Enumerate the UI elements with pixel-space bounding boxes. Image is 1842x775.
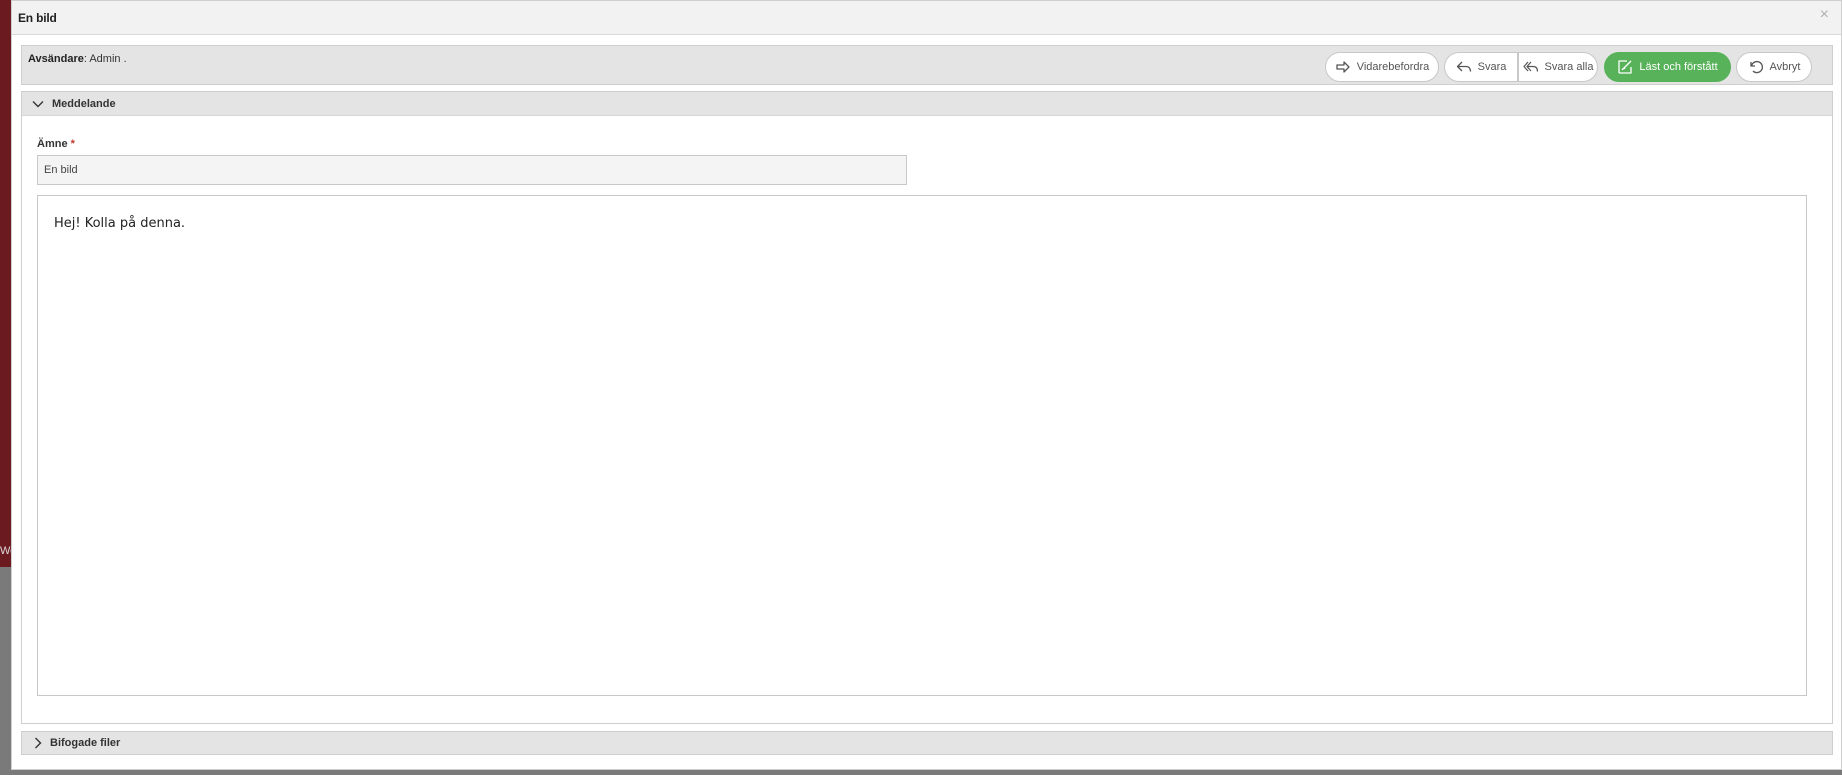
sender-toolbar: Avsändare: Admin . Vidarebefordra Svara … — [21, 45, 1833, 85]
message-body[interactable]: Hej! Kolla på denna. — [37, 195, 1807, 696]
cancel-button-label: Avbryt — [1769, 61, 1801, 73]
forward-button[interactable]: Vidarebefordra — [1325, 52, 1439, 82]
reply-all-button[interactable]: Svara alla — [1518, 52, 1598, 82]
attachments-section-header[interactable]: Bifogade filer — [21, 731, 1833, 755]
sender-value: : Admin . — [83, 53, 127, 65]
dialog-title: En bild — [18, 10, 57, 25]
reply-button[interactable]: Svara — [1444, 52, 1518, 82]
read-and-understood-button[interactable]: Läst och förstått — [1604, 52, 1731, 82]
message-section-title: Meddelande — [52, 97, 116, 110]
subject-label: Ämne * — [37, 138, 75, 150]
message-body-text: Hej! Kolla på denna. — [54, 216, 186, 231]
read-button-label: Läst och förstått — [1639, 61, 1718, 73]
reply-button-label: Svara — [1477, 61, 1507, 73]
chevron-down-icon — [32, 100, 44, 107]
sender-label: Avsändare — [28, 53, 84, 65]
signed-document-icon — [1618, 60, 1633, 74]
undo-icon — [1749, 60, 1763, 74]
forward-button-label: Vidarebefordra — [1356, 61, 1430, 73]
required-marker: * — [70, 138, 75, 150]
message-section-header[interactable]: Meddelande — [22, 92, 1832, 116]
message-section: Meddelande Ämne* Hej! Kolla på denna. — [21, 91, 1833, 724]
chevron-right-icon — [35, 737, 42, 749]
attachments-section-title: Bifogade filer — [50, 737, 121, 749]
dialog-titlebar: En bild × — [12, 1, 1841, 35]
reply-all-button-label: Svara alla — [1544, 61, 1594, 73]
subject-field[interactable] — [37, 155, 907, 185]
sender-info: Avsändare: Admin . — [28, 53, 127, 65]
cancel-button[interactable]: Avbryt — [1736, 52, 1812, 82]
subject-label-text: Ämne — [37, 138, 68, 150]
reply-icon — [1456, 61, 1471, 72]
message-dialog: En bild × Avsändare: Admin . Vidarebefor… — [11, 0, 1842, 770]
close-icon[interactable]: × — [1820, 6, 1829, 24]
forward-arrow-icon — [1336, 61, 1350, 73]
reply-all-icon — [1522, 61, 1538, 72]
